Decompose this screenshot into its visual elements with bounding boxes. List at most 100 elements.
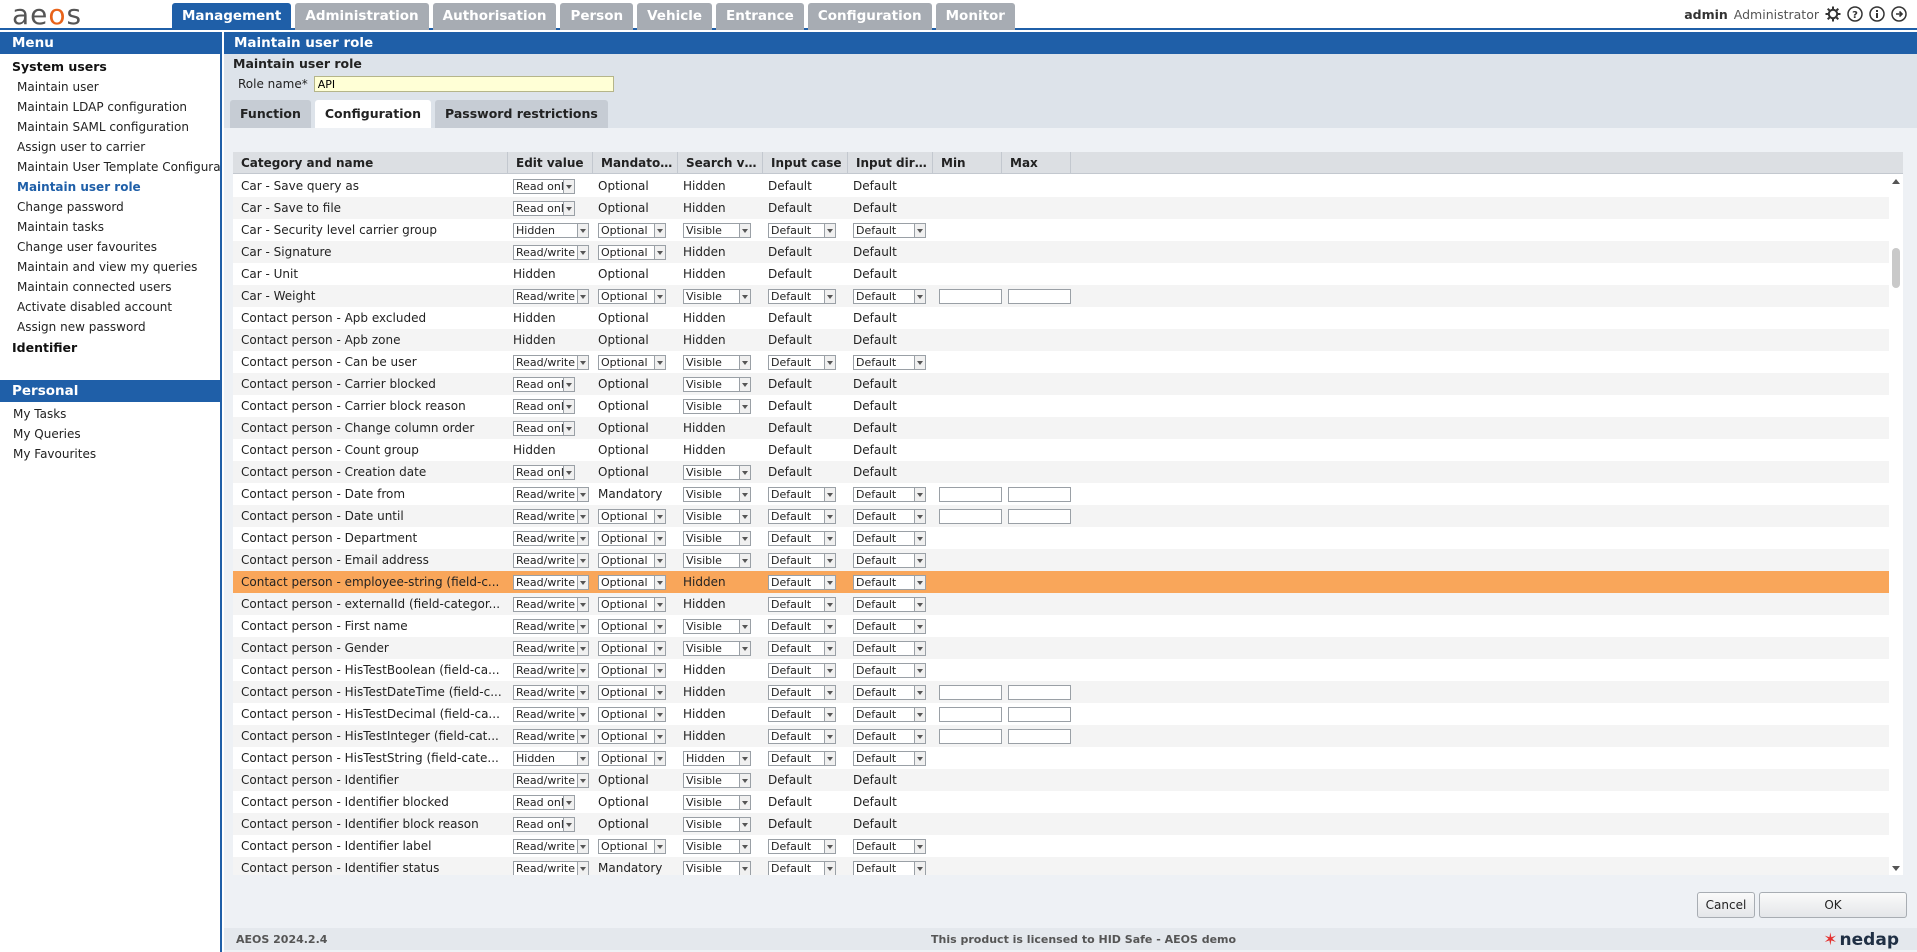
edit-value-select[interactable]: Read only [513, 420, 575, 436]
sidebar-item-maintain-and-view-my-queries[interactable]: Maintain and view my queries [0, 257, 220, 277]
chevron-down-icon[interactable] [739, 553, 750, 567]
sidebar-item-activate-disabled-account[interactable]: Activate disabled account [0, 297, 220, 317]
input-direction-select[interactable]: Default [853, 508, 926, 524]
mandatory-value-select[interactable]: Optional [598, 288, 666, 304]
chevron-down-icon[interactable] [577, 223, 588, 237]
chevron-down-icon[interactable] [739, 509, 750, 523]
ok-button[interactable]: OK [1759, 892, 1907, 918]
chevron-down-icon[interactable] [739, 619, 750, 633]
edit-value-select[interactable]: Read only [513, 178, 575, 194]
table-row[interactable]: Contact person - Gender Read/write Optiona… [233, 637, 1889, 659]
input-case-select[interactable]: Default [768, 530, 836, 546]
edit-value-select[interactable]: Read/write [513, 530, 589, 546]
chevron-down-icon[interactable] [824, 641, 835, 655]
edit-value-select[interactable]: Read/write [513, 552, 589, 568]
chevron-down-icon[interactable] [577, 839, 588, 853]
chevron-down-icon[interactable] [577, 553, 588, 567]
table-row[interactable]: Contact person - HisTestInteger (field-c… [233, 725, 1889, 747]
chevron-down-icon[interactable] [654, 707, 665, 721]
chevron-down-icon[interactable] [914, 619, 925, 633]
table-row[interactable]: Contact person - First name Read/write Opt… [233, 615, 1889, 637]
edit-value-select[interactable]: Read/write [513, 860, 589, 875]
mandatory-value-select[interactable]: Optional [598, 618, 666, 634]
table-row[interactable]: Contact person - Identifier label Read/wr… [233, 835, 1889, 857]
scroll-thumb[interactable] [1892, 248, 1900, 288]
search-value-select[interactable]: Visible [683, 508, 751, 524]
input-direction-select[interactable]: Default [853, 288, 926, 304]
input-direction-select[interactable]: Default [853, 574, 926, 590]
column-header-edit-value[interactable]: Edit value [508, 152, 593, 174]
chevron-down-icon[interactable] [654, 509, 665, 523]
chevron-down-icon[interactable] [577, 487, 588, 501]
input-direction-select[interactable]: Default [853, 596, 926, 612]
chevron-down-icon[interactable] [654, 245, 665, 259]
table-row[interactable]: Contact person - employee-string (field-… [233, 571, 1889, 593]
mandatory-value-select[interactable]: Optional [598, 222, 666, 238]
group-identifier[interactable]: Identifier [0, 337, 220, 358]
nav-tab-monitor[interactable]: Monitor [935, 3, 1015, 30]
input-direction-select[interactable]: Default [853, 222, 926, 238]
chevron-down-icon[interactable] [577, 641, 588, 655]
nav-tab-management[interactable]: Management [172, 3, 292, 30]
sidebar-item-maintain-saml-configuration[interactable]: Maintain SAML configuration [0, 117, 220, 137]
chevron-down-icon[interactable] [577, 751, 588, 765]
chevron-down-icon[interactable] [577, 773, 588, 787]
table-row[interactable]: Contact person - externalId (field-categ… [233, 593, 1889, 615]
nav-tab-configuration[interactable]: Configuration [807, 3, 932, 30]
chevron-down-icon[interactable] [654, 355, 665, 369]
column-header-input-case[interactable]: Input case [763, 152, 848, 174]
edit-value-select[interactable]: Read/write [513, 244, 589, 260]
input-case-select[interactable]: Default [768, 684, 836, 700]
table-row[interactable]: Car - Security level carrier group Hidden… [233, 219, 1889, 241]
chevron-down-icon[interactable] [914, 597, 925, 611]
chevron-down-icon[interactable] [577, 289, 588, 303]
input-direction-select[interactable]: Default [853, 860, 926, 875]
input-case-select[interactable]: Default [768, 860, 836, 875]
input-case-select[interactable]: Default [768, 640, 836, 656]
input-case-select[interactable]: Default [768, 706, 836, 722]
min-input[interactable] [939, 508, 1002, 524]
edit-value-select[interactable]: Read/write [513, 706, 589, 722]
chevron-down-icon[interactable] [914, 663, 925, 677]
edit-value-select[interactable]: Read/write [513, 662, 589, 678]
input-case-select[interactable]: Default [768, 838, 836, 854]
sidebar-item-assign-new-password[interactable]: Assign new password [0, 317, 220, 337]
chevron-down-icon[interactable] [914, 487, 925, 501]
chevron-down-icon[interactable] [563, 465, 574, 479]
sidebar-item-maintain-tasks[interactable]: Maintain tasks [0, 217, 220, 237]
chevron-down-icon[interactable] [914, 553, 925, 567]
edit-value-select[interactable]: Hidden [513, 222, 589, 238]
min-input[interactable] [939, 728, 1002, 744]
search-value-select[interactable]: Visible [683, 552, 751, 568]
chevron-down-icon[interactable] [914, 575, 925, 589]
sidebar-item-maintain-ldap-configuration[interactable]: Maintain LDAP configuration [0, 97, 220, 117]
tab-function[interactable]: Function [230, 100, 311, 128]
nav-tab-authorisation[interactable]: Authorisation [432, 3, 557, 30]
chevron-down-icon[interactable] [824, 685, 835, 699]
input-case-select[interactable]: Default [768, 222, 836, 238]
chevron-down-icon[interactable] [914, 509, 925, 523]
chevron-down-icon[interactable] [577, 575, 588, 589]
chevron-down-icon[interactable] [824, 729, 835, 743]
input-case-select[interactable]: Default [768, 354, 836, 370]
chevron-down-icon[interactable] [739, 861, 750, 875]
table-row[interactable]: Car - Signature Read/write Optional Hidden D… [233, 241, 1889, 263]
table-row[interactable]: Contact person - HisTestString (field-ca… [233, 747, 1889, 769]
table-row[interactable]: Contact person - HisTestBoolean (field-c… [233, 659, 1889, 681]
input-direction-select[interactable]: Default [853, 640, 926, 656]
nav-tab-person[interactable]: Person [560, 3, 634, 30]
table-row[interactable]: Contact person - Identifier blocked Read … [233, 791, 1889, 813]
chevron-down-icon[interactable] [914, 355, 925, 369]
table-row[interactable]: Contact person - Apb excluded Hidden Optio… [233, 307, 1889, 329]
chevron-down-icon[interactable] [654, 641, 665, 655]
search-value-select[interactable]: Hidden [683, 750, 751, 766]
mandatory-value-select[interactable]: Optional [598, 530, 666, 546]
mandatory-value-select[interactable]: Optional [598, 838, 666, 854]
search-value-select[interactable]: Visible [683, 222, 751, 238]
input-case-select[interactable]: Default [768, 508, 836, 524]
input-direction-select[interactable]: Default [853, 728, 926, 744]
input-case-select[interactable]: Default [768, 596, 836, 612]
chevron-down-icon[interactable] [824, 707, 835, 721]
chevron-down-icon[interactable] [654, 223, 665, 237]
chevron-down-icon[interactable] [824, 839, 835, 853]
